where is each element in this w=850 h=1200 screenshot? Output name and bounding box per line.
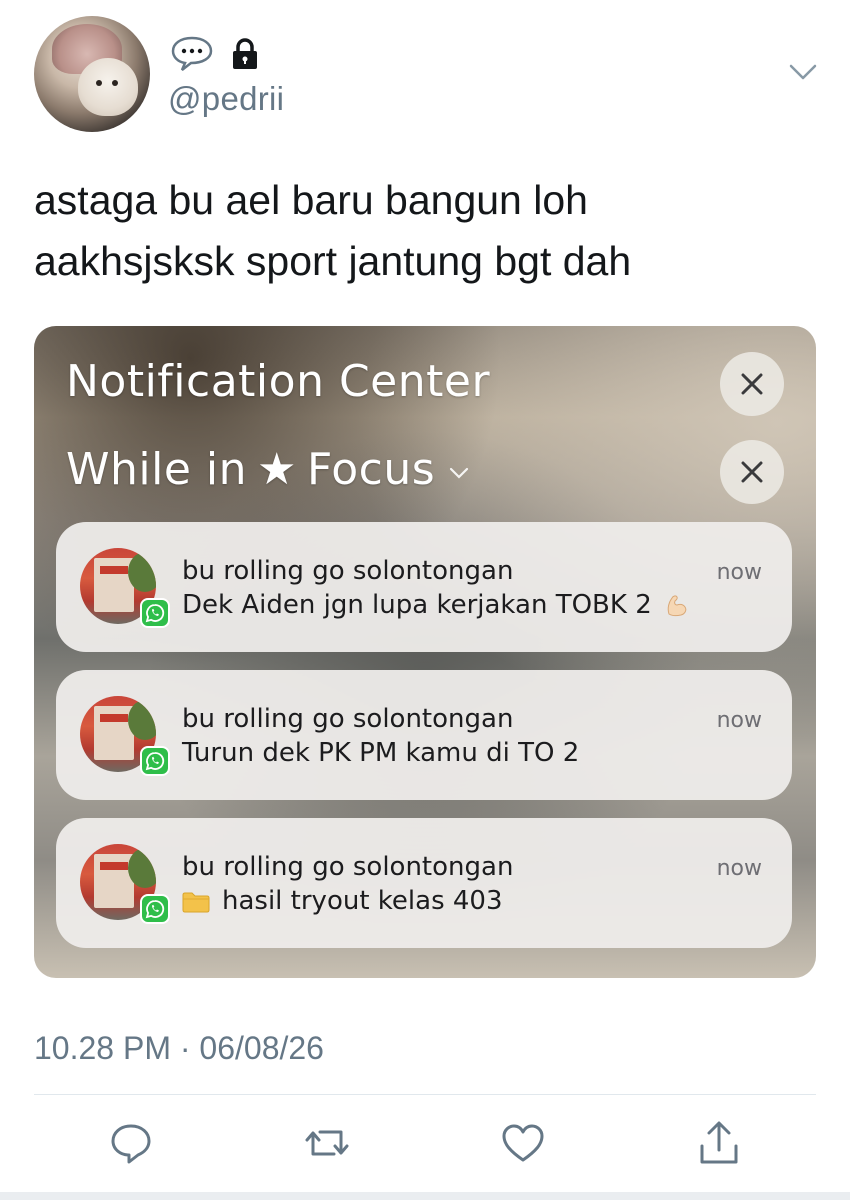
notification-card: bu rolling go solontongan Turun dek PK P… xyxy=(56,670,792,800)
focus-prefix: While in xyxy=(66,444,248,495)
focus-title: While in ★ Focus xyxy=(66,444,469,495)
notification-body: Dek Aiden jgn lupa kerjakan TOBK 2 xyxy=(182,590,690,620)
star-icon: ★ xyxy=(257,444,297,495)
whatsapp-icon xyxy=(140,598,170,628)
account-badges xyxy=(170,36,260,72)
retweet-button[interactable] xyxy=(304,1120,350,1166)
notification-time: now xyxy=(716,856,762,881)
notification-sender: bu rolling go solontongan xyxy=(182,556,514,586)
user-handle[interactable]: @pedrii xyxy=(168,80,284,118)
attached-image[interactable]: Notification Center While in ★ Focus bu … xyxy=(34,326,816,978)
tweet-timestamp[interactable]: 10.28 PM · 06/08/26 xyxy=(34,1030,324,1067)
profile-avatar[interactable] xyxy=(34,16,150,132)
tweet-text-line: astaga bu ael baru bangun loh xyxy=(34,177,588,223)
like-icon xyxy=(502,1124,544,1162)
share-icon xyxy=(700,1121,738,1164)
close-icon xyxy=(741,373,763,395)
whatsapp-icon xyxy=(140,746,170,776)
divider xyxy=(34,1094,816,1095)
notification-sender: bu rolling go solontongan xyxy=(182,704,514,734)
avatar-dog xyxy=(78,58,138,116)
reply-icon xyxy=(111,1124,151,1164)
focus-label: Focus xyxy=(306,444,436,495)
retweet-icon xyxy=(305,1130,349,1156)
folder-icon xyxy=(182,890,210,913)
notification-text: Dek Aiden jgn lupa kerjakan TOBK 2 xyxy=(182,590,652,620)
lock-icon xyxy=(230,38,260,70)
flexed-biceps-icon xyxy=(664,592,690,618)
notification-text: hasil tryout kelas 403 xyxy=(222,886,503,916)
chevron-down-icon[interactable] xyxy=(788,62,818,82)
whatsapp-icon xyxy=(140,894,170,924)
chevron-down-icon xyxy=(449,453,469,486)
bottom-bar xyxy=(0,1192,850,1200)
notification-body: Turun dek PK PM kamu di TO 2 xyxy=(182,738,579,768)
close-button xyxy=(720,440,784,504)
speech-bubble-icon xyxy=(170,36,214,72)
tweet-text-line: aakhsjsksk sport jantung bgt dah xyxy=(34,238,632,284)
notification-card: bu rolling go solontongan Dek Aiden jgn … xyxy=(56,522,792,652)
notification-center-title: Notification Center xyxy=(66,356,491,407)
tweet-actions xyxy=(0,1120,850,1170)
tweet-text: astaga bu ael baru bangun loh aakhsjsksk… xyxy=(34,170,814,292)
reply-button[interactable] xyxy=(108,1120,154,1166)
notification-text: Turun dek PK PM kamu di TO 2 xyxy=(182,738,580,768)
close-button xyxy=(720,352,784,416)
like-button[interactable] xyxy=(500,1120,546,1166)
share-button[interactable] xyxy=(696,1120,742,1166)
notification-body: hasil tryout kelas 403 xyxy=(182,886,503,916)
notification-card: bu rolling go solontongan hasil tryout k… xyxy=(56,818,792,948)
notification-time: now xyxy=(716,708,762,733)
notification-time: now xyxy=(716,560,762,585)
notification-sender: bu rolling go solontongan xyxy=(182,852,514,882)
close-icon xyxy=(741,461,763,483)
